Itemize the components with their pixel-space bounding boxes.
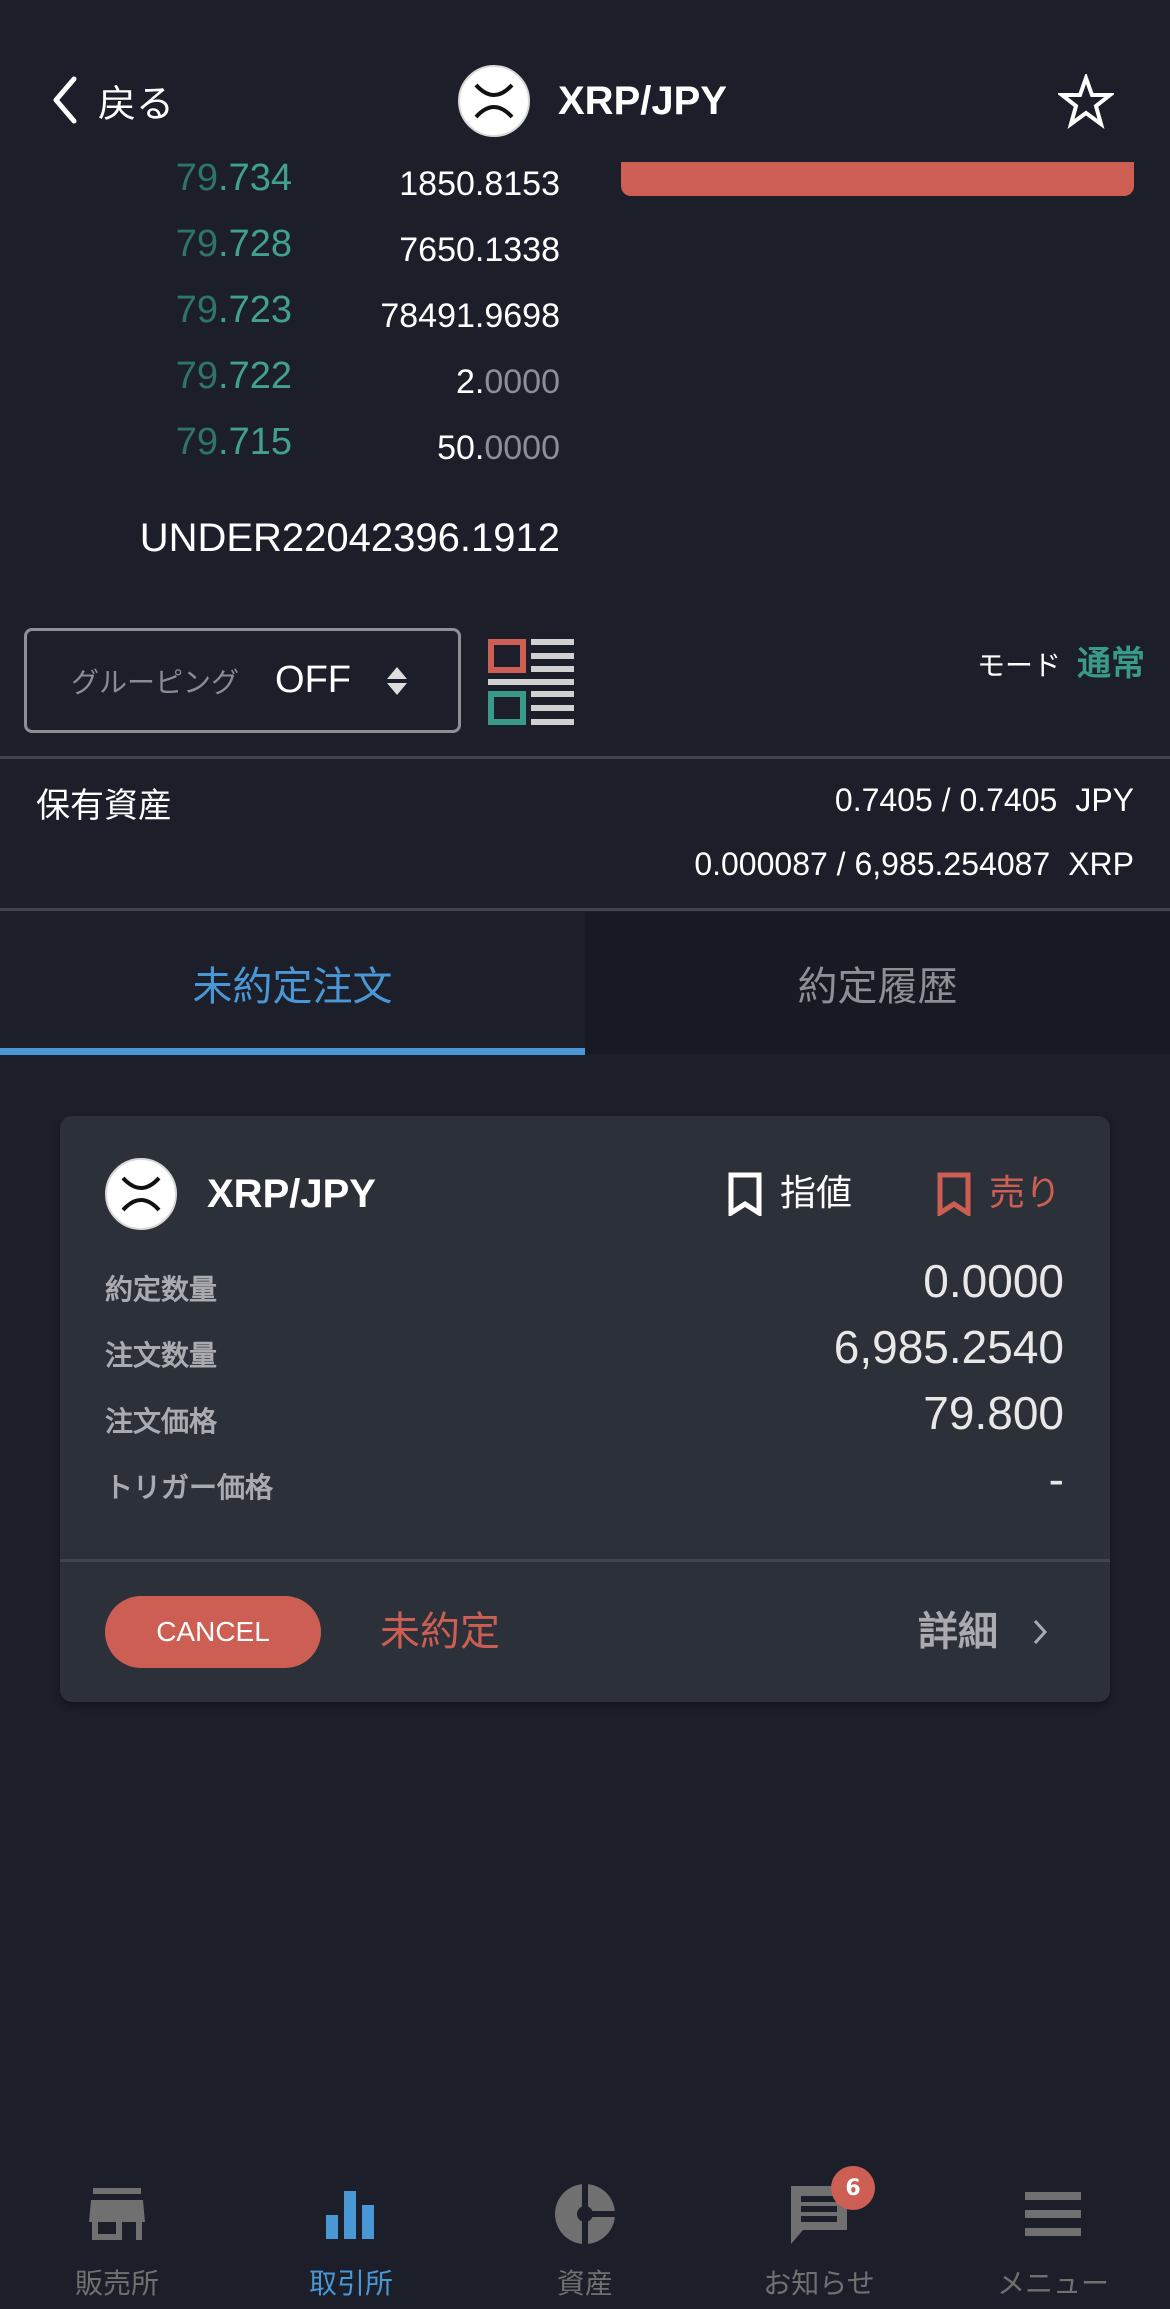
order-type-tag: 指値 [728,1166,852,1222]
grouping-value: OFF [275,659,351,701]
row-label: 注文価格 [105,1405,218,1438]
mode-value: 通常 [1077,644,1145,684]
quantity: 78491.9698 [380,297,560,335]
order-book-row[interactable]: 79.722 2.0000 [0,343,1170,409]
detail-label: 詳細 [918,1609,998,1655]
card-divider [60,1559,1110,1562]
row-value: - [1048,1453,1064,1505]
nav-item-exchange[interactable]: 取引所 [234,2170,468,2309]
quantity: 7650.1338 [399,231,560,269]
nav-label: メニュー [996,2267,1109,2300]
price: 79.734 [175,157,292,199]
bookmark-icon [937,1172,971,1216]
chevron-left-icon [53,76,77,124]
order-side-tag: 売り [937,1166,1061,1222]
tab-trade-history[interactable]: 約定履歴 [585,912,1170,1054]
sort-updown-icon [385,665,409,697]
nav-item-notifications[interactable]: 6 お知らせ [702,2166,936,2309]
active-tab-indicator [0,1048,585,1055]
back-button[interactable]: 戻る [50,70,174,130]
order-book-row[interactable]: 79.715 50.0000 [0,409,1170,475]
nav-label: 販売所 [74,2267,159,2300]
star-outline-icon [1056,71,1116,130]
header-title: XRP/JPY [458,65,727,137]
asset-xrp: 0.000087 / 6,985.254087 XRP [694,846,1134,883]
order-card: XRP/JPY 指値 売り 約定数量 0.0000 注文数量 6,985.254… [60,1116,1110,1702]
assets-label: 保有資産 [36,786,172,826]
back-label: 戻る [98,81,175,126]
asset-currency: XRP [1068,846,1134,882]
store-icon [85,2182,149,2246]
detail-link[interactable]: 詳細 [918,1602,1048,1662]
message-icon: 6 [787,2166,875,2246]
asset-amount: 0.7405 / 0.7405 [834,782,1058,818]
xrp-logo-icon [458,65,530,137]
nav-item-assets[interactable]: 資産 [468,2170,702,2309]
asset-amount: 0.000087 / 6,985.254087 [694,846,1051,882]
mode-indicator[interactable]: モード 通常 [977,636,1145,685]
asset-currency: JPY [1075,782,1134,818]
pie-chart-icon [553,2182,617,2246]
notification-badge: 6 [831,2166,875,2210]
nav-item-menu[interactable]: メニュー [936,2170,1170,2309]
nav-label: 取引所 [308,2267,393,2300]
order-book-row[interactable]: 79.723 78491.9698 [0,277,1170,343]
bottom-nav: 販売所 取引所 資産 6 お知らせ メニュー [0,2166,1170,2309]
asset-jpy: 0.7405 / 0.7405 JPY [835,782,1134,819]
nav-label: お知らせ [763,2267,875,2300]
order-pair: XRP/JPY [207,1172,376,1216]
divider [0,908,1170,911]
price: 79.723 [175,289,292,331]
price: 79.728 [175,223,292,265]
favorite-button[interactable] [1056,71,1116,130]
row-value: 0.0000 [923,1255,1064,1307]
orderbook-layout-icon[interactable] [488,639,574,725]
row-value: 79.800 [923,1387,1064,1439]
quantity: 50.0000 [437,429,560,467]
price: 79.715 [175,421,292,463]
order-book-row[interactable]: 79.734 1850.8153 [0,145,1170,211]
chevron-right-icon [1033,1619,1048,1645]
grouping-label: グルーピング [71,665,240,699]
row-value: 6,985.2540 [833,1321,1064,1373]
divider [0,756,1170,759]
row-label: 約定数量 [105,1273,218,1306]
nav-label: 資産 [556,2267,613,2300]
quantity: 1850.8153 [399,165,560,203]
bar-chart-icon [319,2182,383,2246]
menu-icon [1021,2182,1085,2246]
row-label: 注文数量 [105,1339,218,1372]
bookmark-icon [728,1172,762,1216]
xrp-logo-icon [105,1158,177,1230]
grouping-select[interactable]: グルーピング OFF [24,628,461,733]
page-title: XRP/JPY [558,78,727,123]
order-side: 売り [989,1173,1062,1214]
nav-item-store[interactable]: 販売所 [0,2170,234,2309]
under-total: UNDER22042396.1912 [139,516,560,560]
row-label: トリガー価格 [105,1471,274,1504]
tab-open-orders[interactable]: 未約定注文 [0,912,585,1054]
cancel-button[interactable]: CANCEL [105,1596,321,1668]
order-status: 未約定 [380,1609,500,1655]
price: 79.722 [175,355,292,397]
order-book-row[interactable]: 79.728 7650.1338 [0,211,1170,277]
quantity: 2.0000 [456,363,560,401]
order-type: 指値 [780,1173,853,1214]
mode-label: モード [976,649,1061,682]
